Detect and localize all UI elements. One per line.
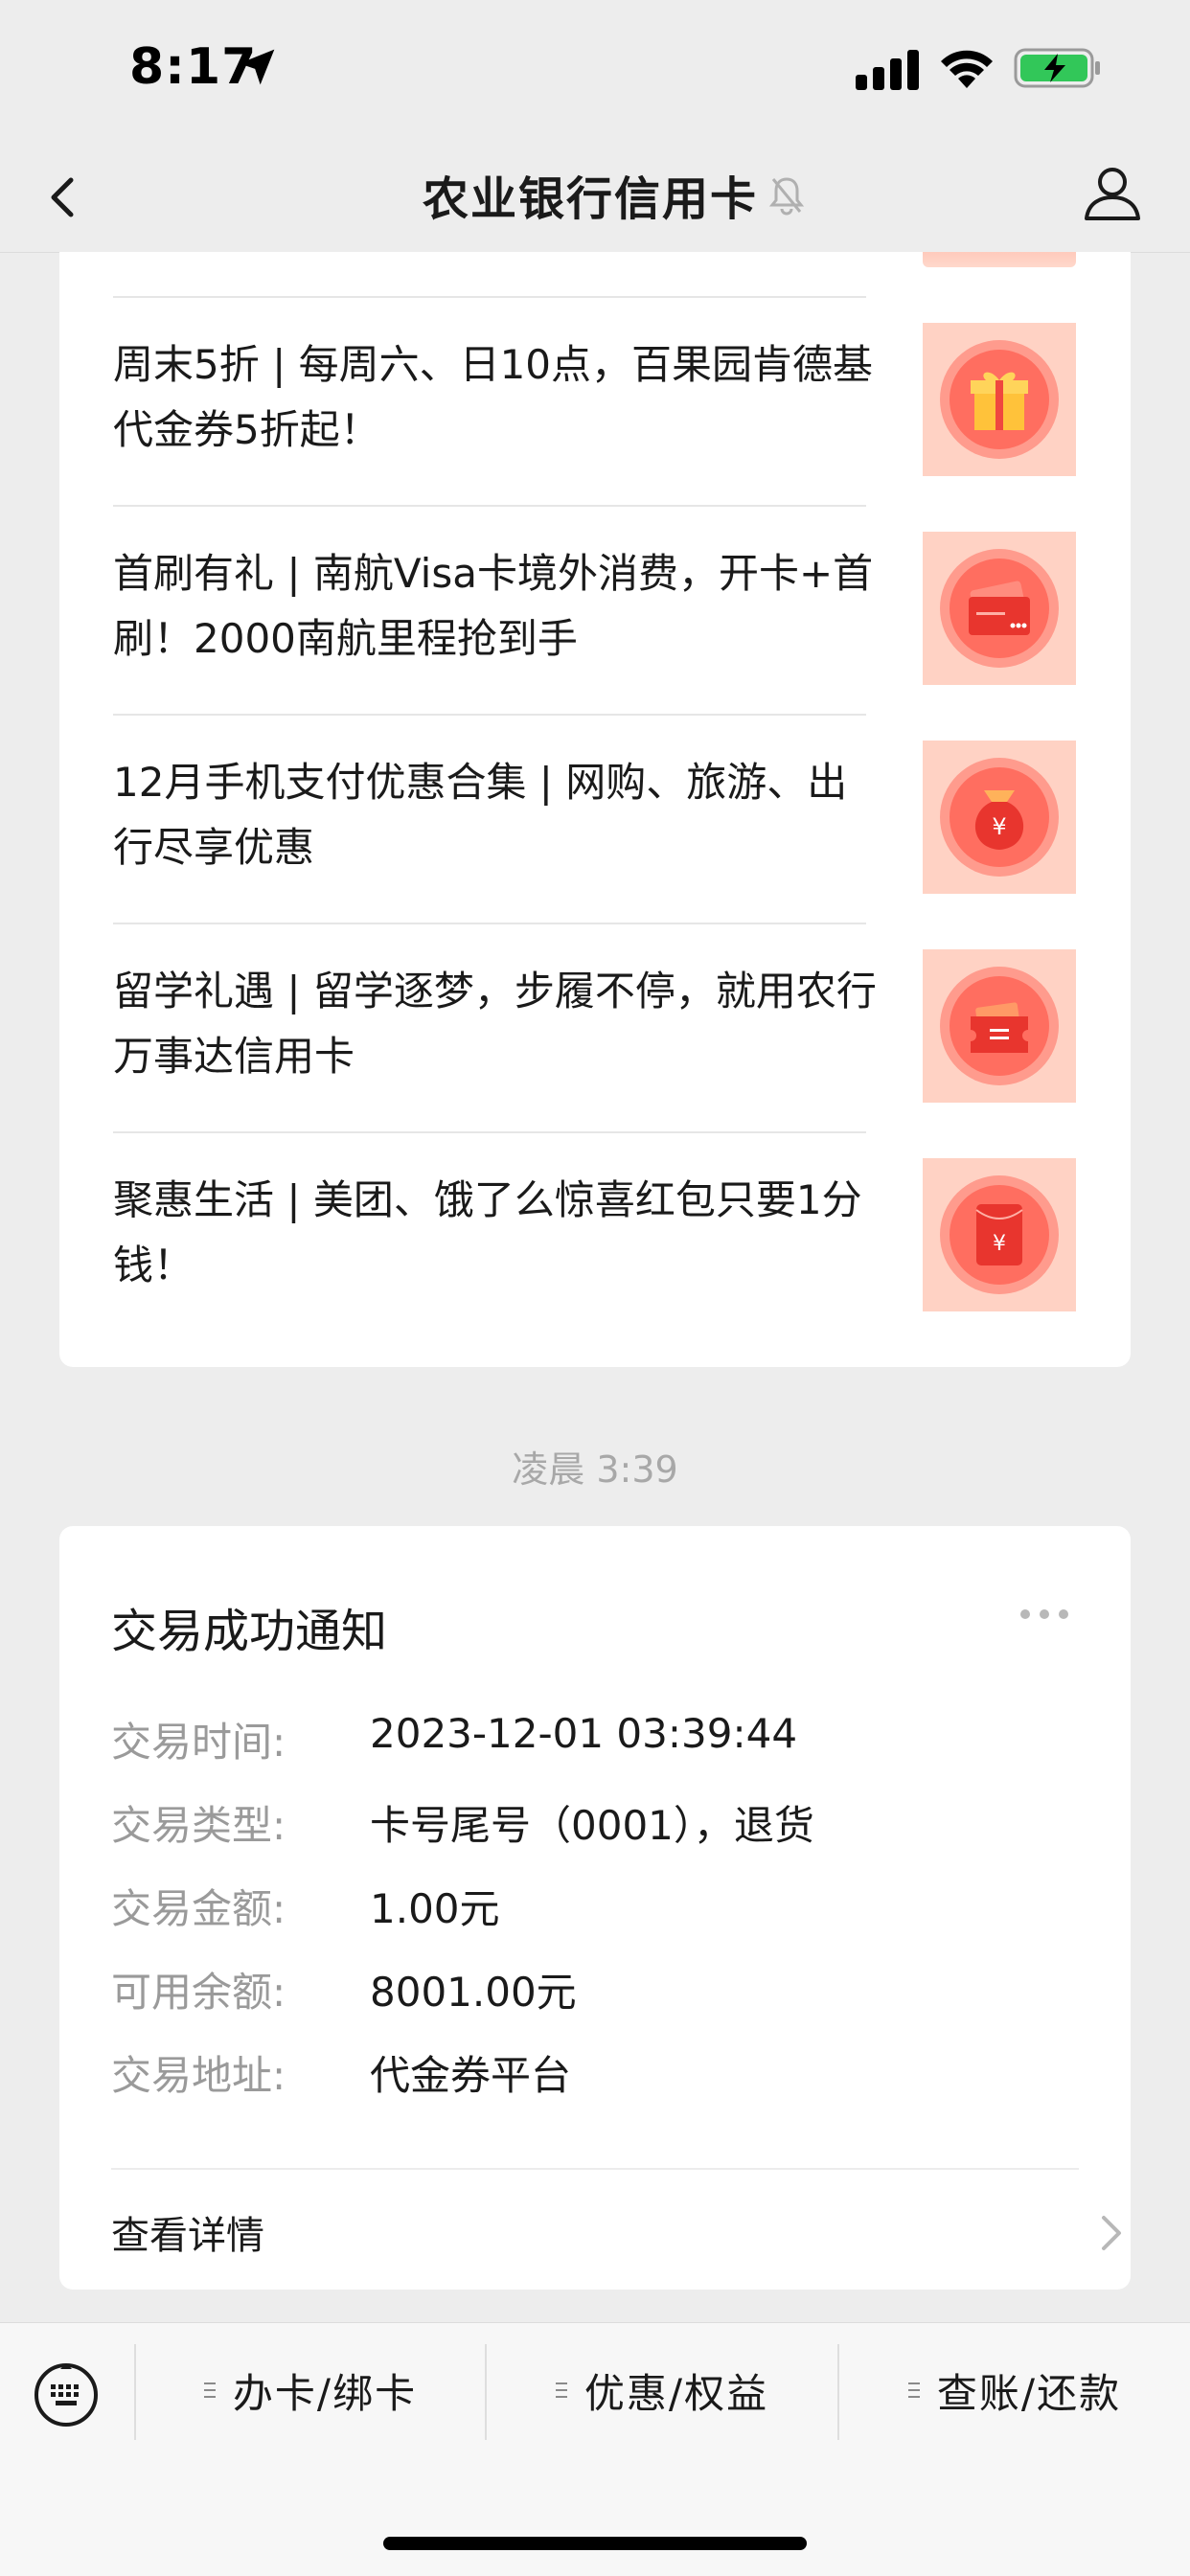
more-dots-icon[interactable]: [1018, 1607, 1071, 1622]
divider: [113, 923, 866, 924]
article-item[interactable]: 周末5折 | 每周六、日10点，百果园肯德基代金券5折起！: [113, 296, 1131, 505]
article-title: 周末5折 | 每周六、日10点，百果园肯德基代金券5折起！: [113, 341, 874, 453]
article-title: 聚惠生活 | 美团、饿了么惊喜红包只要1分钱！: [113, 1176, 862, 1288]
menu-lines-icon: [203, 2382, 216, 2398]
ticket-icon: [923, 949, 1076, 1103]
menu-item-apply-card[interactable]: 办卡/绑卡: [136, 2323, 485, 2457]
article-item[interactable]: 12月手机支付优惠合集 | 网购、旅游、出行尽享优惠 ¥: [113, 714, 1131, 923]
view-details-link[interactable]: 查看详情: [111, 2197, 1121, 2264]
row-label: 交易金额:: [111, 1885, 286, 1932]
article-thumbnail: [923, 323, 1076, 476]
divider: [113, 1131, 866, 1133]
transaction-notice-card[interactable]: 交易成功通知 交易时间: 2023-12-01 03:39:44 交易类型: 卡…: [59, 1526, 1131, 2290]
home-indicator: [383, 2537, 807, 2550]
message-timestamp: 凌晨 3:39: [512, 1448, 678, 1491]
article-thumbnail: ¥: [923, 741, 1076, 894]
back-chevron-icon[interactable]: [38, 163, 84, 230]
nav-bar: 农业银行信用卡: [0, 144, 1190, 253]
cellular-signal-icon: [856, 50, 919, 90]
menu-lines-icon: [907, 2382, 920, 2398]
divider: [113, 505, 866, 507]
mute-bell-icon: [768, 177, 805, 216]
divider: [113, 714, 866, 716]
article-title: 留学礼遇 | 留学逐梦，步履不停，就用农行万事达信用卡: [113, 968, 877, 1080]
menu-lines-icon: [555, 2382, 567, 2398]
article-thumbnail: [923, 532, 1076, 685]
menu-item-label: 优惠/权益: [584, 2369, 769, 2417]
menu-item-bills[interactable]: 查账/还款: [839, 2323, 1190, 2457]
article-title: 首刷有礼 | 南航Visa卡境外消费，开卡+首刷！2000南航里程抢到手: [113, 550, 874, 662]
location-arrow-icon: [239, 49, 275, 85]
row-label: 交易类型:: [111, 1802, 286, 1849]
status-bar: 8:17: [0, 0, 1190, 144]
money-bag-icon: ¥: [923, 741, 1076, 894]
row-value: 8001.00元: [370, 1969, 577, 2016]
menu-item-label: 查账/还款: [936, 2369, 1122, 2417]
nav-title-group: 农业银行信用卡: [423, 161, 806, 228]
row-value: 2023-12-01 03:39:44: [370, 1710, 798, 1757]
keyboard-toggle-button[interactable]: [0, 2323, 134, 2457]
divider: [113, 296, 866, 298]
gift-icon: [923, 323, 1076, 476]
view-details-label: 查看详情: [111, 2214, 264, 2258]
row-label: 交易地址:: [111, 2052, 286, 2099]
row-label: 可用余额:: [111, 1969, 286, 2016]
article-item[interactable]: 聚惠生活 | 美团、饿了么惊喜红包只要1分钱！ ¥: [113, 1131, 1131, 1340]
article-item[interactable]: 首刷有礼 | 南航Visa卡境外消费，开卡+首刷！2000南航里程抢到手: [113, 505, 1131, 714]
article-title: 12月手机支付优惠合集 | 网购、旅游、出行尽享优惠: [113, 759, 848, 871]
red-envelope-icon: ¥: [923, 1158, 1076, 1311]
article-thumbnail: ¥: [923, 1158, 1076, 1311]
row-value: 代金券平台: [370, 2052, 572, 2099]
chevron-right-icon: [1102, 2216, 1121, 2250]
row-label: 交易时间:: [111, 1719, 286, 1766]
profile-icon[interactable]: [1081, 161, 1144, 224]
notice-title: 交易成功通知: [111, 1605, 388, 1658]
wifi-icon: [941, 50, 993, 88]
page-title: 农业银行信用卡: [423, 172, 759, 226]
svg-text:¥: ¥: [992, 813, 1006, 840]
keyboard-icon: [34, 2363, 98, 2427]
divider: [111, 2168, 1079, 2170]
menu-item-label: 办卡/绑卡: [232, 2369, 418, 2417]
battery-charging-icon: [1014, 48, 1100, 88]
svg-text:¥: ¥: [993, 1232, 1006, 1256]
article-thumbnail: [923, 949, 1076, 1103]
article-thumbnail[interactable]: [923, 252, 1076, 267]
article-item[interactable]: 留学礼遇 | 留学逐梦，步履不停，就用农行万事达信用卡: [113, 923, 1131, 1131]
menu-item-offers[interactable]: 优惠/权益: [487, 2323, 837, 2457]
credit-card-icon: [923, 532, 1076, 685]
article-list-card: 周末5折 | 每周六、日10点，百果园肯德基代金券5折起！ 首刷有礼 | 南航V…: [59, 252, 1131, 1367]
row-value: 卡号尾号（0001），退货: [370, 1802, 814, 1849]
row-value: 1.00元: [370, 1885, 500, 1932]
